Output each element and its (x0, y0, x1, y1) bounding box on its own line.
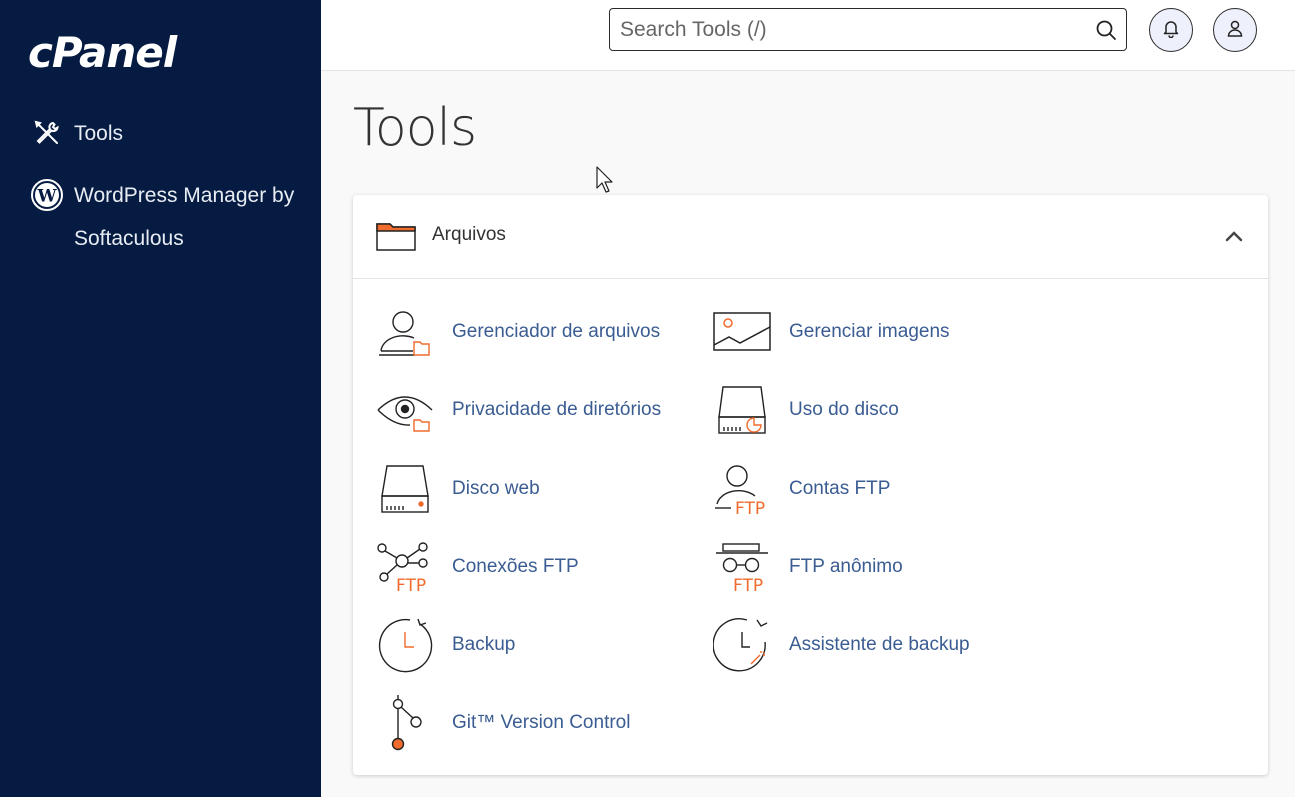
user-menu-button[interactable] (1213, 8, 1257, 52)
tool-label: Git™ Version Control (452, 712, 631, 733)
anonymous-ftp-icon: FTP (713, 538, 771, 596)
tool-web-disk[interactable]: Disco web (376, 460, 540, 518)
tool-label: Backup (452, 634, 516, 655)
ftp-connections-icon: FTP (376, 538, 434, 596)
panel-title: Arquivos (432, 224, 506, 245)
tool-file-manager[interactable]: Gerenciador de arquivos (376, 303, 660, 361)
tool-label: Conexões FTP (452, 556, 579, 577)
user-icon (1225, 18, 1245, 43)
sidebar-item-tools[interactable]: Tools (30, 112, 123, 155)
tool-label: Assistente de backup (789, 634, 970, 655)
tool-git-version-control[interactable]: Git™ Version Control (376, 694, 630, 752)
svg-text:W: W (36, 187, 57, 207)
tool-ftp-accounts[interactable]: FTP Contas FTP (713, 460, 890, 518)
directory-privacy-icon (376, 381, 434, 439)
panel-header[interactable]: Arquivos (353, 195, 1268, 279)
search-box (609, 8, 1127, 51)
disk-usage-icon (713, 381, 771, 439)
files-panel: Arquivos Gerenciador de arquivos Gerenci… (353, 195, 1268, 775)
tool-backup[interactable]: Backup (376, 616, 515, 674)
tool-label: Contas FTP (789, 478, 891, 499)
mouse-cursor-icon (596, 166, 616, 199)
wordpress-icon: W (30, 178, 64, 212)
file-manager-icon (376, 303, 434, 361)
sidebar-item-label: Tools (74, 122, 124, 145)
tool-label: Privacidade de diretórios (452, 399, 662, 420)
tool-label: FTP anônimo (789, 556, 903, 577)
web-disk-icon (376, 460, 434, 518)
images-icon (713, 303, 771, 361)
sidebar-item-wordpress-manager[interactable]: W WordPress Manager by Softaculous (30, 174, 300, 260)
backup-wizard-icon (713, 616, 771, 674)
tools-icon (30, 116, 64, 150)
tool-directory-privacy[interactable]: Privacidade de diretórios (376, 381, 661, 439)
chevron-up-icon[interactable] (1224, 229, 1244, 248)
ftp-accounts-icon: FTP (713, 460, 771, 518)
svg-text:FTP: FTP (735, 499, 765, 515)
tool-backup-wizard[interactable]: Assistente de backup (713, 616, 970, 674)
tool-images[interactable]: Gerenciar imagens (713, 303, 950, 361)
git-icon (376, 694, 434, 752)
top-header (321, 0, 1295, 71)
sidebar: cPanel Tools W WordPress Manager by Soft… (0, 0, 321, 797)
tool-label: Gerenciar imagens (789, 321, 950, 342)
search-icon[interactable] (1094, 18, 1118, 47)
cpanel-logo[interactable]: cPanel (28, 28, 177, 77)
tool-label: Gerenciador de arquivos (452, 321, 661, 342)
notifications-button[interactable] (1149, 8, 1193, 52)
tool-label: Disco web (452, 478, 540, 499)
backup-icon (376, 616, 434, 674)
search-input[interactable] (620, 9, 1080, 50)
svg-text:FTP: FTP (733, 576, 763, 593)
bell-icon (1161, 18, 1181, 43)
sidebar-item-label: WordPress Manager by Softaculous (74, 184, 295, 250)
folder-icon (376, 221, 416, 256)
tool-label: Uso do disco (789, 399, 899, 420)
page-title: Tools (353, 98, 477, 158)
svg-text:FTP: FTP (396, 576, 426, 593)
tool-disk-usage[interactable]: Uso do disco (713, 381, 899, 439)
tool-anonymous-ftp[interactable]: FTP FTP anônimo (713, 538, 903, 596)
tool-ftp-connections[interactable]: FTP Conexões FTP (376, 538, 579, 596)
